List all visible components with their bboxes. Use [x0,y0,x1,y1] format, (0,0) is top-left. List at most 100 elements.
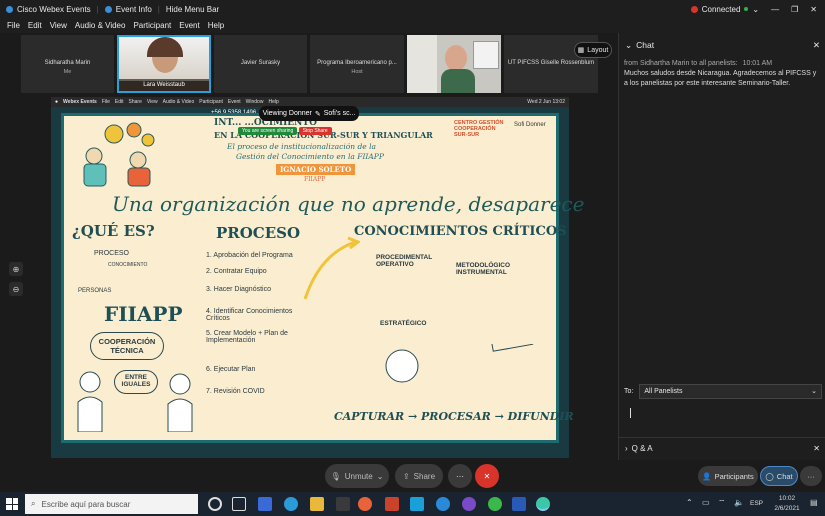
edge-icon[interactable] [284,497,298,511]
person-icon: 👤 [702,471,712,481]
volume-icon[interactable]: 🔈 [734,498,744,507]
language-indicator[interactable]: ESP [750,500,763,507]
meeting-controls: 🎙 Unmute ⌄ ⇪ Share ··· ✕ [0,460,618,492]
participant-video-tile[interactable]: Lara Weisstaub [117,35,211,93]
menu-edit[interactable]: Edit [24,21,46,30]
conocimiento-label: CONOCIMIENTO [108,262,148,268]
app-icon[interactable] [410,497,424,511]
participant-tile[interactable]: Programa Iberoamericano p... Host [310,35,404,93]
microphone-icon: 🎙 [330,471,341,481]
stop-share-button[interactable]: Stop Share [298,127,332,135]
chevron-up-icon[interactable]: ⌃ [686,498,693,507]
status-dropdown-icon[interactable]: ⌄ [752,5,759,14]
viewing-indicator[interactable]: Viewing Donner ✎ Sofi's sc... [259,106,359,121]
participant-strip: Sidharatha Marin Me Lara Weisstaub Javie… [0,33,618,95]
qa-section-header[interactable]: › Q & A ✕ [619,437,825,459]
chevron-right-icon: › [625,444,628,453]
people-gears-illustration [83,122,155,187]
zoom-in-icon[interactable]: ⊕ [9,262,23,276]
app-icon[interactable] [462,497,476,511]
participant-tile[interactable]: Sidharatha Marin Me [21,35,114,93]
screen-share-bar: You are screen sharing Stop Share [238,127,356,138]
menu-audio-video[interactable]: Audio & Video [71,21,130,30]
menu-view[interactable]: View [46,21,71,30]
step-item: 7. Revisión COVID [206,388,265,395]
cortana-icon[interactable] [208,497,222,511]
share-icon: ⇪ [402,471,410,481]
unmute-button[interactable]: 🎙 Unmute ⌄ [325,464,389,488]
conocimientos-heading: CONOCIMIENTOS CRÍTICOS [354,224,567,239]
windows-start-icon[interactable] [6,498,18,510]
webex-taskbar-icon[interactable] [536,497,550,511]
speaker-org: FIIAPP [304,176,326,183]
firefox-icon[interactable] [358,497,372,511]
sharing-label: You are screen sharing [238,127,298,135]
app-icon[interactable] [258,497,272,511]
menu-event[interactable]: Event [175,21,203,30]
participants-button[interactable]: 👤 Participants [698,466,758,486]
participant-tile[interactable]: Javier Surasky [214,35,307,93]
app-icon[interactable] [336,497,350,511]
minimize-icon[interactable]: — [771,5,779,14]
pencil-icon[interactable]: ✎ [315,110,321,118]
chat-header[interactable]: ⌄ Chat ✕ [619,33,825,57]
share-button[interactable]: ⇪ Share [395,464,443,488]
wifi-icon[interactable]: ⌔ [718,498,726,508]
metodologico-label: METODOLÓGICO INSTRUMENTAL [456,262,511,276]
chat-time: 10:01 AM [742,60,773,67]
chat-bubble-icon: ◯ [765,471,774,481]
fiiapp-title: FIIAPP [104,302,183,326]
two-people-illustration [77,371,193,432]
panel-buttons: 👤 Participants ◯ Chat ··· [618,460,825,492]
close-icon[interactable]: ✕ [813,444,825,453]
step-item: 5. Crear Modelo + Plan de Implementación [206,330,288,344]
notification-icon[interactable]: ▤ [810,498,818,507]
menu-help[interactable]: Help [204,21,228,30]
leave-button[interactable]: ✕ [475,464,499,488]
chat-panel: ⌄ Chat ✕ from Sidhartha Marin to all pan… [618,33,825,460]
search-icon: ⌕ [31,499,36,508]
word-icon[interactable] [512,497,526,511]
more-panels-button[interactable]: ··· [800,466,822,486]
personas-label: PERSONAS [78,288,112,294]
cooperacion-bubble: COOPERACIÓN TÉCNICA [90,332,164,360]
participant-video-tile[interactable] [407,35,501,93]
event-info-button[interactable]: Event Info [99,5,158,14]
procedimental-label: PROCEDIMENTAL OPERATIVO [376,254,433,268]
knowledge-illustration [385,344,534,383]
close-icon[interactable]: ✕ [813,40,825,51]
layout-button[interactable]: ▦ Layout [574,42,612,58]
windows-taskbar: ⌕ Escribe aquí para buscar ⌃ ▭ ⌔ 🔈 ESP 1… [0,492,825,516]
chevron-down-icon[interactable]: ⌄ [625,40,632,51]
powerpoint-icon[interactable] [385,497,399,511]
restore-icon[interactable]: ❐ [791,5,798,14]
menu-participant[interactable]: Participant [129,21,175,30]
webex-logo-icon [6,5,13,13]
estrategico-label: ESTRATÉGICO [380,320,427,327]
participant-face [445,45,467,71]
close-icon[interactable]: ✕ [810,5,817,14]
shared-menu-item: Webex Events [63,99,97,105]
chat-button[interactable]: ◯ Chat [760,466,798,486]
skype-icon[interactable] [436,497,450,511]
file-explorer-icon[interactable] [310,497,324,511]
info-icon [104,5,112,13]
clock[interactable]: 10:02 2/6/2021 [770,494,804,514]
chat-input[interactable] [624,403,822,438]
connected-dot-icon [744,7,749,11]
more-options-button[interactable]: ··· [448,464,472,488]
network-icon[interactable]: ▭ [702,498,710,507]
taskbar-search[interactable]: ⌕ Escribe aquí para buscar [25,494,198,514]
menu-file[interactable]: File [3,21,24,30]
capturar-procesar-difundir: CAPTURAR → PROCESAR → DIFUNDIR [334,410,574,423]
shared-menu-item: Edit [114,99,124,105]
chrome-icon[interactable] [488,497,502,511]
proceso-label: PROCESO [94,250,130,257]
connection-status: Connected ⌄ [685,5,765,14]
title-bar: Cisco Webex Events | Event Info | Hide M… [0,0,825,18]
zoom-out-icon[interactable]: ⊖ [9,282,23,296]
hide-menu-bar-button[interactable]: Hide Menu Bar [160,5,225,14]
recipient-select[interactable]: All Panelists ⌄ [639,383,822,399]
step-item: 4. Identificar Conocimientos Críticos [206,308,293,322]
task-view-icon[interactable] [232,497,246,511]
